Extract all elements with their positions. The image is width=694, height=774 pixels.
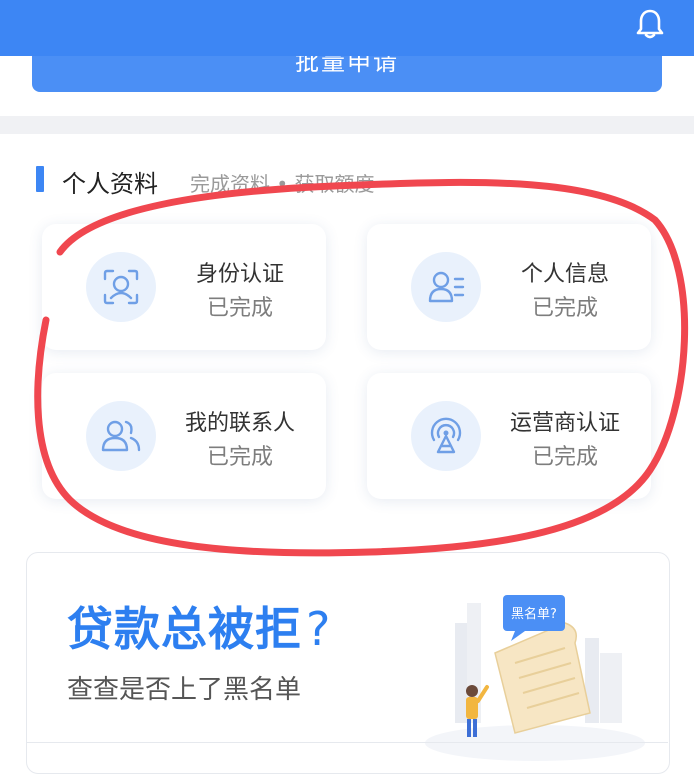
profile-section-subtitle: 完成资料 • 获取额度 [190, 172, 375, 196]
batch-apply-label: 批量申请 [295, 56, 399, 76]
section-accent-bar [36, 166, 44, 192]
banner-divider [26, 742, 668, 743]
banner-title-mark: ? [306, 602, 332, 656]
banner-title-text: 贷款总被拒 [67, 602, 302, 656]
id-verify-icon [86, 252, 156, 322]
card-carrier-verify-label: 运营商认证 [509, 411, 620, 436]
card-contacts-status: 已完成 [206, 445, 273, 470]
card-id-verify-status: 已完成 [206, 296, 273, 321]
section-separator [0, 116, 694, 134]
card-id-verify-label: 身份认证 [195, 262, 284, 287]
contacts-icon [86, 401, 156, 471]
card-id-verify[interactable]: 身份认证 已完成 [42, 224, 326, 350]
batch-apply-button[interactable]: 批量申请 [32, 56, 662, 92]
bubble-text: 黑名单? [511, 606, 557, 622]
blacklist-check-banner[interactable]: 贷款总被拒? 查查是否上了黑名单 黑名单? [26, 552, 670, 774]
profile-section-title: 个人资料 [62, 170, 158, 198]
card-personal-info[interactable]: 个人信息 已完成 [367, 224, 651, 350]
card-personal-info-label: 个人信息 [520, 262, 609, 287]
card-carrier-verify-status: 已完成 [531, 445, 598, 470]
card-carrier-verify[interactable]: 运营商认证 已完成 [367, 373, 651, 499]
person-document-illustration: 黑名单? [425, 595, 645, 761]
card-contacts-label: 我的联系人 [184, 411, 295, 436]
banner-title: 贷款总被拒? [67, 593, 331, 659]
top-bar [0, 0, 694, 56]
card-contacts[interactable]: 我的联系人 已完成 [42, 373, 326, 499]
card-personal-info-status: 已完成 [531, 296, 598, 321]
bell-icon[interactable] [636, 8, 664, 40]
carrier-signal-icon [411, 401, 481, 471]
banner-subtitle: 查查是否上了黑名单 [67, 675, 302, 705]
personal-info-icon [411, 252, 481, 322]
